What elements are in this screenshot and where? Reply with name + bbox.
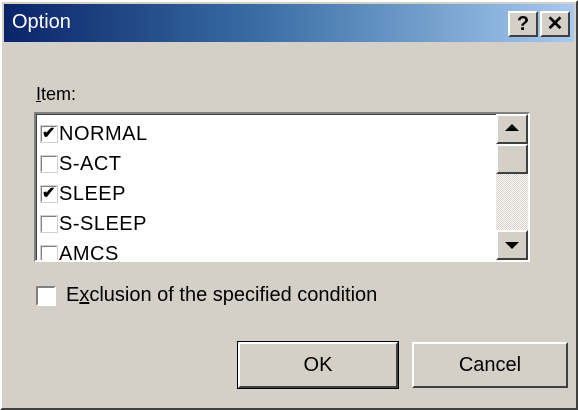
list-item-checkbox[interactable] — [40, 215, 58, 233]
arrow-up-icon — [505, 124, 519, 131]
scroll-down-button[interactable] — [496, 230, 528, 260]
arrow-down-icon — [505, 242, 519, 249]
list-item[interactable]: ✔ SLEEP — [40, 179, 481, 209]
window-title: Option — [12, 11, 71, 33]
close-icon: ✕ — [546, 13, 564, 35]
exclusion-option[interactable]: Exclusion of the specified condition — [36, 284, 377, 307]
checkmark-icon: ✔ — [42, 185, 56, 202]
item-listbox[interactable]: ✔ NORMAL S-ACT ✔ SLEEP S-SLEEP AMCS — [34, 112, 530, 262]
list-item-checkbox[interactable]: ✔ — [40, 125, 58, 143]
list-item-label: SLEEP — [59, 182, 126, 205]
list-item-checkbox[interactable] — [40, 245, 58, 260]
exclusion-label: Exclusion of the specified condition — [66, 284, 378, 306]
scroll-thumb[interactable] — [496, 144, 528, 174]
help-button[interactable]: ? — [508, 11, 538, 37]
list-item-checkbox[interactable] — [40, 155, 58, 173]
option-dialog: Option ? ✕ Item: ✔ NORMAL S-ACT ✔ SLEEP S-SLE… — [0, 0, 578, 410]
list-item[interactable]: S-SLEEP — [40, 209, 481, 239]
exclusion-checkbox[interactable] — [36, 285, 56, 306]
checkmark-icon: ✔ — [42, 125, 56, 142]
help-icon: ? — [516, 13, 530, 35]
title-bar[interactable]: Option ? ✕ — [4, 4, 574, 42]
list-item[interactable]: AMCS — [40, 239, 481, 261]
item-list: ✔ NORMAL S-ACT ✔ SLEEP S-SLEEP AMCS — [36, 114, 496, 260]
list-item-checkbox[interactable]: ✔ — [40, 185, 58, 203]
list-item-label: AMCS — [59, 242, 119, 261]
cancel-button[interactable]: Cancel — [412, 342, 568, 388]
list-item-label: NORMAL — [59, 122, 148, 145]
list-item[interactable]: S-ACT — [40, 149, 481, 179]
list-item-label: S-ACT — [59, 152, 122, 175]
list-item-label: S-SLEEP — [59, 212, 147, 235]
item-list-scrollbar[interactable] — [496, 114, 528, 260]
item-list-label: Item: — [36, 84, 77, 104]
list-item[interactable]: ✔ NORMAL — [40, 119, 481, 149]
scroll-up-button[interactable] — [496, 114, 528, 144]
ok-button[interactable]: OK — [237, 341, 399, 389]
close-button[interactable]: ✕ — [540, 11, 570, 37]
